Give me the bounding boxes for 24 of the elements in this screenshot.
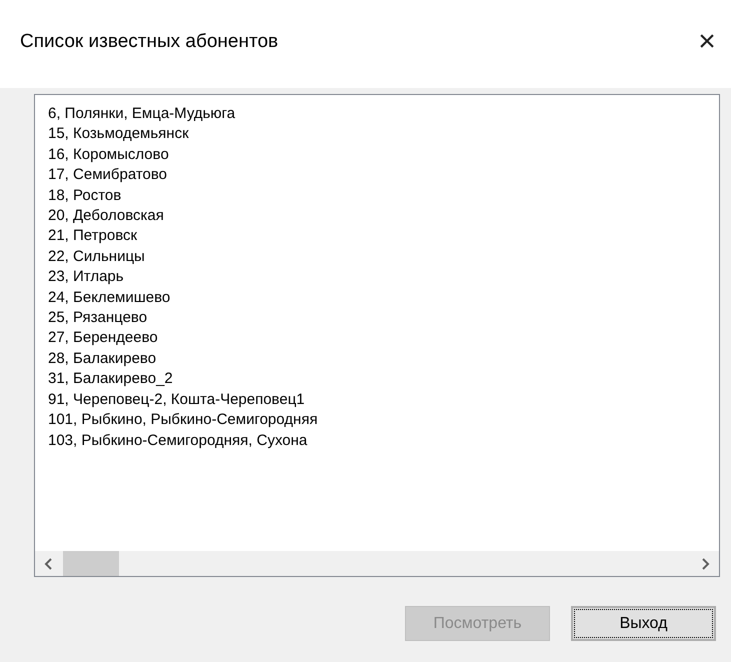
window-title: Список известных абонентов — [20, 30, 278, 54]
list-item[interactable]: 103, Рыбкино-Семигородняя, Сухона — [48, 430, 719, 451]
list-item[interactable]: 15, Козьмодемьянск — [48, 124, 719, 145]
scroll-thumb[interactable] — [63, 551, 119, 576]
list-item[interactable]: 6, Полянки, Емца-Мудьюга — [48, 104, 719, 124]
list-item[interactable]: 21, Петровск — [48, 226, 719, 247]
list-item[interactable]: 31, Балакирево_2 — [48, 369, 719, 390]
list-item[interactable]: 16, Коромыслово — [48, 144, 719, 166]
list-item[interactable]: 27, Берендеево — [48, 328, 719, 349]
scroll-right-icon[interactable] — [700, 558, 710, 570]
list-item[interactable]: 101, Рыбкино, Рыбкино-Семигородняя — [48, 410, 719, 430]
list-item[interactable]: 28, Балакирево — [48, 348, 719, 370]
list-item[interactable]: 20, Деболовская — [48, 206, 719, 226]
horizontal-scrollbar[interactable] — [35, 551, 719, 576]
list-item[interactable]: 24, Беклемишево — [48, 288, 719, 308]
dialog-button[interactable]: Выход — [571, 606, 716, 641]
scroll-left-icon[interactable] — [44, 558, 54, 570]
list-item[interactable]: 17, Семибратово — [48, 165, 719, 186]
list-item[interactable]: 22, Сильницы — [48, 246, 719, 268]
list-item[interactable]: 23, Итларь — [48, 267, 719, 288]
list-item[interactable]: 25, Рязанцево — [48, 308, 719, 328]
list-item[interactable]: 91, Череповец-2, Кошта-Череповец1 — [48, 390, 719, 410]
close-button[interactable]: × — [691, 26, 723, 58]
list-item[interactable]: 18, Ростов — [48, 186, 719, 206]
